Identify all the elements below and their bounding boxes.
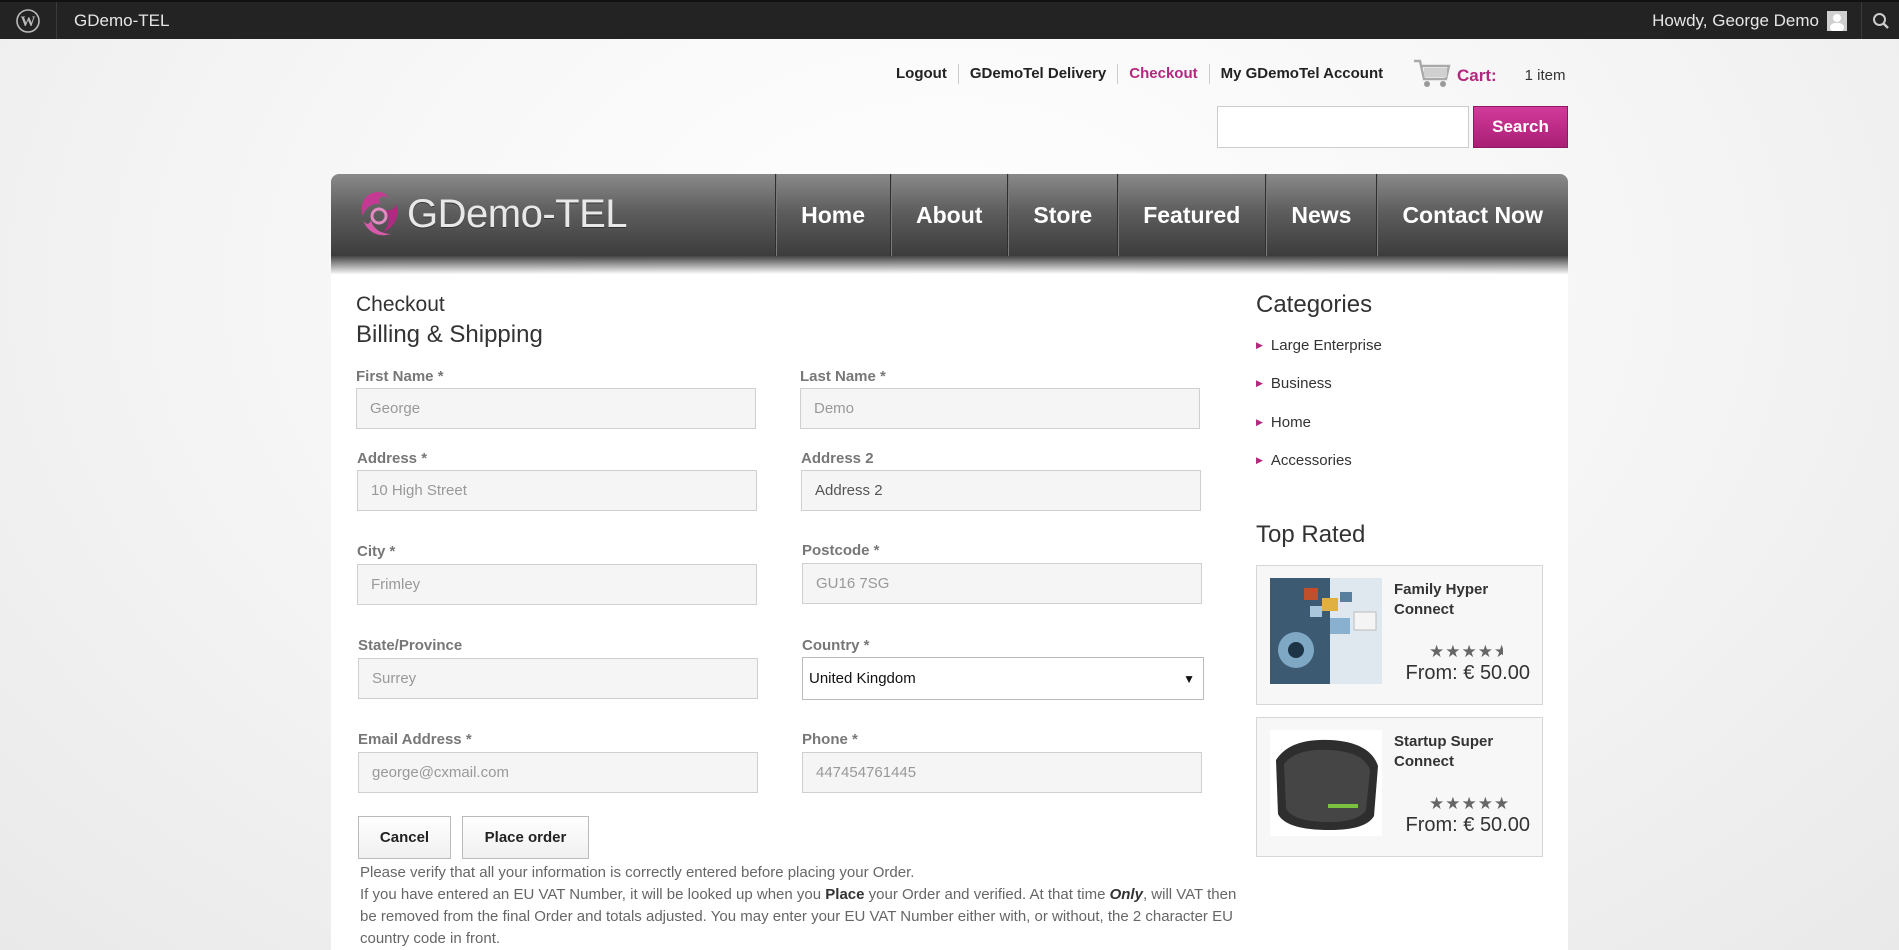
dropdown-arrow-icon: ▼: [1183, 671, 1195, 686]
last-name-field[interactable]: Demo: [800, 388, 1200, 429]
cart-label: Cart:: [1457, 65, 1497, 85]
swirl-logo-icon: [361, 192, 398, 236]
product-name[interactable]: Startup Super Connect: [1394, 732, 1534, 772]
site-logo[interactable]: GDemo-TEL: [355, 188, 628, 240]
logout-link[interactable]: Logout: [885, 64, 959, 84]
admin-bar: W GDemo-TEL Howdy, George Demo: [0, 0, 1899, 39]
categories-title: Categories: [1256, 291, 1373, 318]
nav-about[interactable]: About: [889, 174, 1007, 256]
address2-label: Address 2: [801, 450, 874, 467]
bullet-arrow-icon: ▶: [1256, 340, 1263, 350]
postcode-label: Postcode *: [802, 542, 880, 559]
nav-home[interactable]: Home: [775, 174, 890, 256]
category-label: Home: [1270, 414, 1311, 431]
howdy-label: Howdy, George Demo: [1652, 11, 1819, 30]
city-label: City *: [357, 543, 396, 560]
delivery-link[interactable]: GDemoTel Delivery: [959, 64, 1119, 84]
main-nav: Home About Store Featured News Contact N…: [775, 174, 1568, 256]
search-button[interactable]: Search: [1473, 106, 1568, 148]
country-selected-value: United Kingdom: [809, 670, 916, 687]
city-field[interactable]: Frimley: [357, 564, 757, 605]
top-rated-title: Top Rated: [1256, 521, 1366, 548]
first-name-field[interactable]: George: [356, 388, 756, 429]
postcode-field[interactable]: GU16 7SG: [802, 563, 1202, 604]
checkout-link[interactable]: Checkout: [1118, 64, 1210, 84]
product-price: From: € 50.00: [1405, 662, 1530, 684]
country-select[interactable]: United Kingdom ▼: [802, 657, 1204, 700]
first-name-label: First Name *: [356, 368, 444, 385]
admin-site-name[interactable]: GDemo-TEL: [74, 11, 169, 31]
cart-icon: [1413, 57, 1451, 94]
place-order-button[interactable]: Place order: [462, 816, 589, 859]
product-image[interactable]: [1270, 578, 1382, 684]
wordpress-logo-icon[interactable]: W: [0, 2, 57, 39]
vat-note-text-1: If you have entered an EU VAT Number, it…: [360, 886, 826, 903]
category-label: Accessories: [1270, 452, 1352, 469]
page-subtitle: Billing & Shipping: [356, 321, 543, 348]
category-label: Large Enterprise: [1270, 337, 1382, 354]
utility-nav: Logout GDemoTel Delivery Checkout My GDe…: [885, 64, 1394, 84]
page-title: Checkout: [356, 293, 445, 316]
address2-field[interactable]: Address 2: [801, 470, 1201, 511]
address-label: Address *: [357, 450, 428, 467]
nav-news[interactable]: News: [1265, 174, 1376, 256]
category-link[interactable]: ▶ Large Enterprise: [1256, 337, 1382, 354]
cart-count: 1 item: [1524, 67, 1566, 84]
phone-field[interactable]: 447454761445: [802, 752, 1202, 793]
cancel-button[interactable]: Cancel: [358, 816, 451, 859]
product-name[interactable]: Family Hyper Connect: [1394, 580, 1534, 620]
product-card[interactable]: Family Hyper Connect ★★★★★ From: € 50.00: [1256, 565, 1543, 705]
bullet-arrow-icon: ▶: [1256, 417, 1263, 427]
phone-label: Phone *: [802, 731, 858, 748]
logo-text: GDemo-TEL: [407, 191, 628, 236]
site-header: GDemo-TEL Home About Store Featured News…: [331, 174, 1568, 274]
avatar-icon: [1827, 11, 1847, 31]
nav-contact[interactable]: Contact Now: [1376, 174, 1568, 256]
category-link[interactable]: ▶ Accessories: [1256, 452, 1352, 469]
last-name-label: Last Name *: [800, 368, 886, 385]
search-input[interactable]: [1217, 106, 1469, 148]
address-field[interactable]: 10 High Street: [357, 470, 757, 511]
svg-text:W: W: [21, 14, 36, 30]
product-price: From: € 50.00: [1405, 814, 1530, 836]
vat-note-place: Place: [825, 886, 865, 903]
state-label: State/Province: [358, 637, 463, 654]
email-label: Email Address *: [358, 731, 472, 748]
admin-account-menu[interactable]: Howdy, George Demo: [1652, 11, 1847, 31]
nav-featured[interactable]: Featured: [1117, 174, 1265, 256]
country-label: Country *: [802, 637, 870, 654]
product-card[interactable]: Startup Super Connect ★★★★★ From: € 50.0…: [1256, 717, 1543, 857]
bullet-arrow-icon: ▶: [1256, 455, 1263, 465]
admin-search-icon[interactable]: [1861, 2, 1899, 39]
category-link[interactable]: ▶ Business: [1256, 375, 1332, 392]
rating-stars-icon: ★★★★★: [1429, 642, 1503, 661]
email-field[interactable]: george@cxmail.com: [358, 752, 758, 793]
vat-note-text-2: your Order and verified. At that time: [864, 886, 1110, 903]
cart-widget[interactable]: Cart: 1 item: [1413, 57, 1566, 94]
my-account-link[interactable]: My GDemoTel Account: [1210, 64, 1395, 84]
vat-note: If you have entered an EU VAT Number, it…: [360, 884, 1245, 950]
nav-store[interactable]: Store: [1007, 174, 1117, 256]
rating-stars-icon: ★★★★★: [1429, 794, 1511, 813]
category-link[interactable]: ▶ Home: [1256, 414, 1311, 431]
category-label: Business: [1270, 375, 1332, 392]
bullet-arrow-icon: ▶: [1256, 378, 1263, 388]
product-image[interactable]: [1270, 730, 1382, 836]
vat-note-only: Only: [1109, 886, 1143, 903]
state-field[interactable]: Surrey: [358, 658, 758, 699]
verify-note: Please verify that all your information …: [360, 864, 915, 881]
